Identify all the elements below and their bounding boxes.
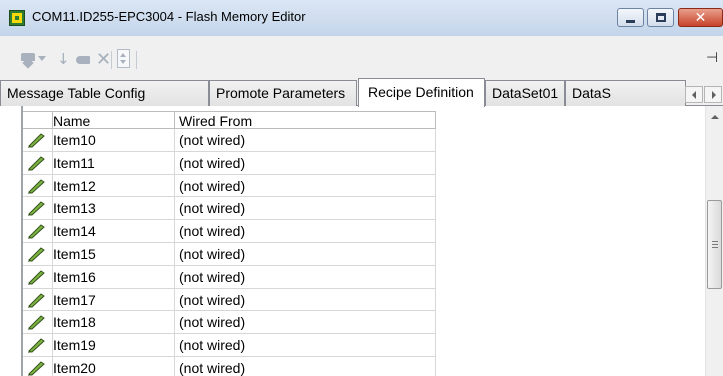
table-row[interactable]: Item12 (not wired) [23, 174, 436, 198]
pencil-edit-icon[interactable] [28, 338, 46, 354]
tab-scroll-left-icon[interactable] [685, 86, 703, 103]
column-header-wired-from[interactable]: Wired From [179, 113, 252, 129]
delete-icon[interactable]: ✕ [96, 49, 111, 70]
grip-line [712, 247, 718, 248]
maximize-icon [655, 13, 666, 22]
column-header-name[interactable]: Name [53, 113, 90, 129]
grid-rows: Item10 (not wired) Item11 (not wired) Item12… [23, 129, 436, 376]
cell-wired-from[interactable]: (not wired) [179, 314, 245, 330]
grid-header: Name Wired From [23, 111, 436, 129]
tab-scroll-right-icon[interactable] [704, 86, 722, 103]
flash-memory-editor-window: COM11.ID255-EPC3004 - Flash Memory Edito… [0, 0, 723, 376]
pencil-edit-icon[interactable] [28, 156, 46, 171]
column-divider [174, 311, 175, 334]
pencil-edit-icon[interactable] [28, 133, 46, 148]
column-divider [174, 174, 175, 197]
table-row[interactable]: Item10 (not wired) [23, 129, 436, 152]
column-divider [174, 197, 175, 220]
tab-scroll-arrows [685, 86, 723, 103]
cell-wired-from[interactable]: (not wired) [179, 360, 245, 376]
tag-icon[interactable] [21, 53, 35, 65]
column-divider[interactable] [174, 112, 175, 129]
toolbar-separator [136, 51, 137, 69]
grip-line [712, 241, 718, 242]
pencil-edit-icon[interactable] [28, 247, 46, 262]
cell-name: Item12 [53, 177, 96, 194]
cell-wired-from[interactable]: (not wired) [179, 269, 245, 285]
cell-name: Item16 [53, 268, 96, 285]
cell-wired-from[interactable]: (not wired) [179, 246, 245, 262]
table-row[interactable]: Item15 (not wired) [23, 242, 436, 266]
tab-strip: Message Table Config Promote Parameters … [0, 78, 723, 107]
toolbar-separator [111, 51, 112, 69]
cell-wired-from[interactable]: (not wired) [179, 337, 245, 353]
cell-name: Item14 [53, 223, 96, 240]
tab-promote-parameters[interactable]: Promote Parameters [209, 80, 357, 106]
pin-icon[interactable]: ⊣ [706, 50, 718, 66]
chevron-down-icon[interactable] [38, 56, 46, 61]
tab-message-table-config[interactable]: Message Table Config [0, 80, 209, 106]
cell-name: Item20 [53, 359, 96, 376]
eraser-icon[interactable] [76, 56, 90, 64]
recipe-definition-panel: Name Wired From Item10 (not wired) Item11 (… [0, 106, 723, 376]
window-title: COM11.ID255-EPC3004 - Flash Memory Edito… [32, 9, 306, 24]
table-row[interactable]: Item16 (not wired) [23, 265, 436, 289]
grip-line [712, 244, 718, 245]
cell-wired-from[interactable]: (not wired) [179, 200, 245, 216]
tab-dataset01[interactable]: DataSet01 [485, 80, 565, 106]
table-row[interactable]: Item11 (not wired) [23, 151, 436, 175]
scroll-up-icon[interactable] [711, 115, 719, 119]
pencil-edit-icon[interactable] [28, 270, 46, 285]
app-icon[interactable] [9, 10, 25, 26]
title-bar[interactable]: COM11.ID255-EPC3004 - Flash Memory Edito… [0, 0, 723, 36]
download-arrow-icon[interactable]: ↓ [57, 50, 70, 68]
cell-wired-from[interactable]: (not wired) [179, 223, 245, 239]
cell-name: Item11 [53, 154, 95, 171]
tab-recipe-definition[interactable]: Recipe Definition [358, 78, 485, 107]
cell-wired-from[interactable]: (not wired) [179, 132, 245, 148]
tab-datas[interactable]: DataS [565, 80, 686, 106]
column-divider [174, 242, 175, 265]
pencil-edit-icon[interactable] [28, 224, 46, 240]
cell-name: Item13 [53, 200, 96, 217]
pencil-edit-icon[interactable] [28, 361, 46, 376]
vertical-scrollbar[interactable] [705, 106, 723, 376]
column-divider [174, 334, 175, 356]
cell-name: Item18 [53, 314, 96, 331]
toolbar: ↓ ✕ ⊣ [0, 36, 723, 78]
pencil-edit-icon[interactable] [28, 178, 46, 194]
cell-wired-from[interactable]: (not wired) [179, 155, 245, 171]
close-icon: ✕ [694, 9, 707, 26]
minimize-icon [626, 19, 635, 23]
maximize-button[interactable] [647, 8, 674, 27]
cell-name: Item10 [53, 132, 96, 148]
column-divider [174, 129, 175, 151]
column-divider [174, 356, 175, 376]
column-divider [174, 265, 175, 288]
pencil-edit-icon[interactable] [28, 201, 46, 217]
column-divider [174, 220, 175, 242]
pencil-edit-icon[interactable] [28, 315, 46, 331]
column-divider [174, 288, 175, 311]
cell-name: Item15 [53, 245, 96, 262]
cell-name: Item19 [53, 337, 96, 354]
cell-wired-from[interactable]: (not wired) [179, 292, 245, 308]
table-row[interactable]: Item17 (not wired) [23, 288, 436, 312]
table-row[interactable]: Item13 (not wired) [23, 197, 436, 221]
pencil-edit-icon[interactable] [28, 292, 46, 308]
scroll-thumb[interactable] [707, 200, 722, 289]
close-button[interactable]: ✕ [678, 8, 723, 27]
spinner-icon[interactable] [117, 49, 130, 68]
cell-wired-from[interactable]: (not wired) [179, 178, 245, 194]
column-divider [174, 151, 175, 174]
table-row[interactable]: Item18 (not wired) [23, 311, 436, 335]
cell-name: Item17 [53, 291, 96, 308]
table-row[interactable]: Item14 (not wired) [23, 220, 436, 243]
recipe-grid: Name Wired From Item10 (not wired) Item11 (… [23, 111, 436, 376]
minimize-button[interactable] [617, 8, 644, 27]
table-row[interactable]: Item20 (not wired) [23, 356, 436, 376]
table-row[interactable]: Item19 (not wired) [23, 334, 436, 357]
